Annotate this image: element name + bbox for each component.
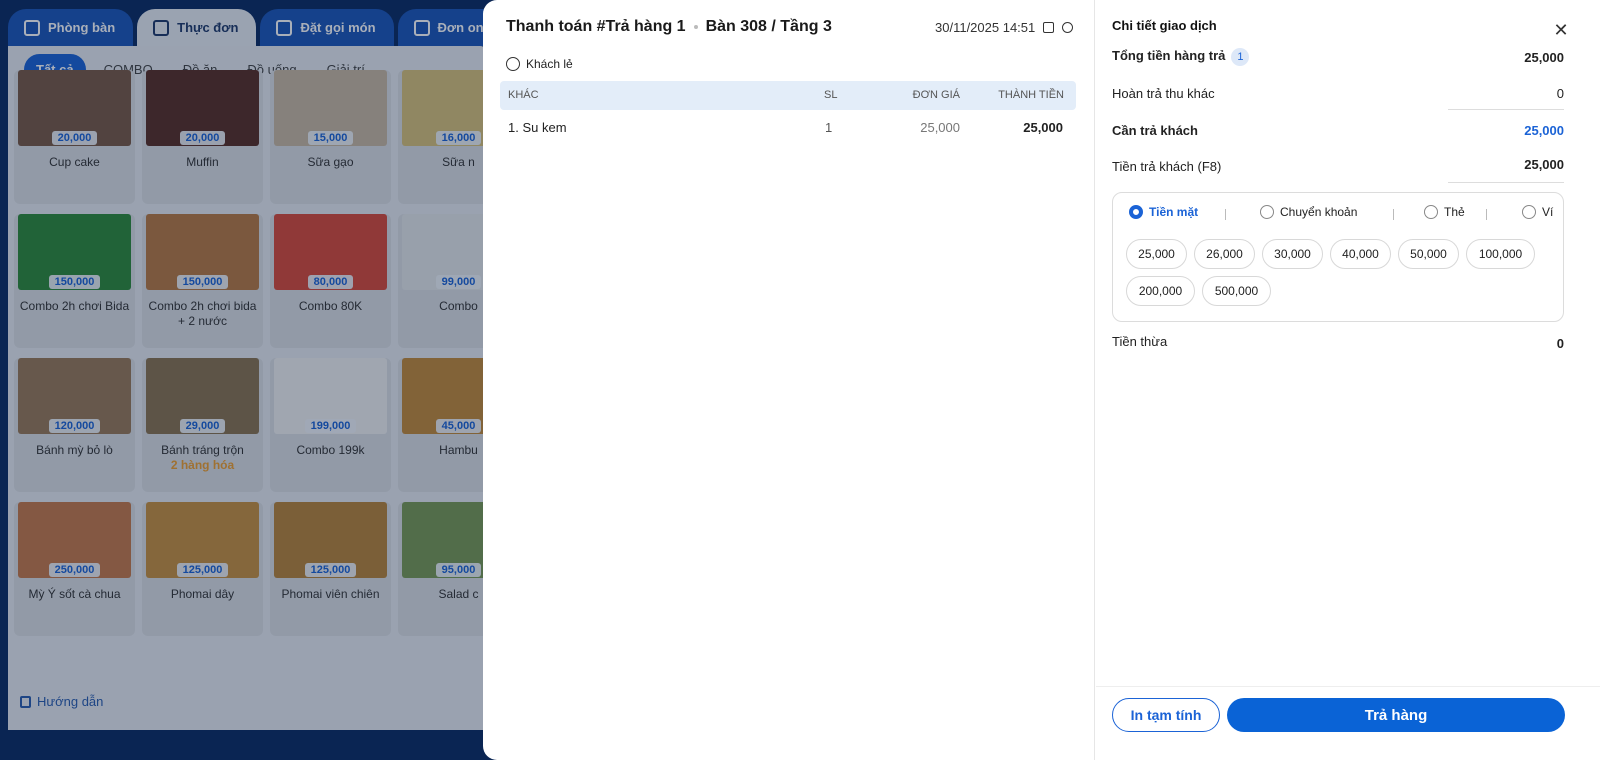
total-return-label-wrap: Tổng tiền hàng trả 1 [1112,48,1250,66]
order-datetime[interactable]: 30/11/2025 14:51 [935,20,1074,35]
quick-amount-button[interactable]: 25,000 [1126,239,1187,269]
paid-label: Tiền trả khách (F8) [1112,159,1222,174]
quick-amount-button[interactable]: 30,000 [1262,239,1323,269]
modal-footer: In tạm tính Trả hàng [1096,686,1600,760]
details-title: Chi tiết giao dịch [1112,18,1217,33]
payment-method-box: Tiền mặt Chuyển khoản Thẻ Ví 25,000 26,0… [1112,192,1564,322]
order-number: Thanh toán #Trả hàng 1 [506,18,686,35]
other-refund-input[interactable]: 0 [1557,86,1564,101]
transaction-details: Chi tiết giao dịch ✕ Tổng tiền hàng trả 1… [1096,0,1600,760]
change-line: Tiền thừa 0 [1112,328,1564,358]
total-return-label: Tổng tiền hàng trả [1112,48,1226,63]
col-qty: SL [824,89,838,101]
total-return-value: 25,000 [1524,50,1564,65]
customer-name: Khách lẻ [526,57,573,71]
quick-amount-button[interactable]: 200,000 [1126,276,1195,306]
item-total: 25,000 [1023,120,1063,135]
method-card[interactable]: Thẻ [1424,205,1465,219]
method-label: Thẻ [1444,205,1465,219]
item-unit-price: 25,000 [920,120,960,135]
divider [1393,209,1394,220]
items-table-header: KHÁC SL ĐƠN GIÁ THÀNH TIỀN [500,81,1076,110]
radio-checked-icon [1129,205,1143,219]
radio-icon [1522,205,1536,219]
item-qty: 1 [825,120,833,135]
need-pay-line: Cần trả khách 25,000 [1112,117,1564,147]
quick-amount-button[interactable]: 26,000 [1194,239,1255,269]
method-label: Tiền mặt [1149,205,1199,219]
change-label: Tiền thừa [1112,334,1168,349]
separator-dot [693,25,698,29]
need-pay-label: Cần trả khách [1112,123,1198,138]
radio-icon [1424,205,1438,219]
clock-icon[interactable] [1062,22,1074,33]
input-underline [1448,182,1564,183]
col-name: KHÁC [508,89,539,101]
col-total: THÀNH TIỀN [998,89,1064,101]
method-transfer[interactable]: Chuyển khoản [1260,205,1357,219]
item-name: 1. Su kem [508,120,567,135]
need-pay-value: 25,000 [1524,123,1564,138]
quick-amount-button[interactable]: 500,000 [1202,276,1271,306]
order-location: Bàn 308 / Tầng 3 [705,18,832,35]
user-icon [506,57,520,71]
quick-amounts: 25,000 26,000 30,000 40,000 50,000 100,0… [1126,239,1546,306]
change-value: 0 [1556,336,1564,351]
paid-input[interactable]: 25,000 [1524,157,1564,172]
table-row[interactable]: 1. Su kem 1 25,000 25,000 [500,113,1076,143]
method-cash[interactable]: Tiền mặt [1129,205,1198,219]
divider [1225,209,1226,220]
quick-amount-button[interactable]: 100,000 [1466,239,1535,269]
paid-line: Tiền trả khách (F8) 25,000 [1112,153,1564,183]
other-refund-label: Hoàn trả thu khác [1112,86,1215,101]
customer-selector[interactable]: Khách lẻ [506,57,573,71]
order-pane: Thanh toán #Trả hàng 1 Bàn 308 / Tầng 3 … [483,0,1095,760]
method-label: Chuyển khoản [1280,205,1358,219]
payment-methods: Tiền mặt Chuyển khoản Thẻ Ví [1129,205,1557,227]
order-title: Thanh toán #Trả hàng 1 Bàn 308 / Tầng 3 [506,18,832,36]
quick-amount-button[interactable]: 50,000 [1398,239,1459,269]
input-underline [1448,109,1564,110]
return-count-badge: 1 [1231,48,1250,66]
radio-icon [1260,205,1274,219]
method-label: Ví [1542,205,1554,219]
quick-amount-button[interactable]: 40,000 [1330,239,1391,269]
payment-modal: Thanh toán #Trả hàng 1 Bàn 308 / Tầng 3 … [483,0,1600,760]
close-icon[interactable]: ✕ [1552,21,1570,40]
divider [1486,209,1487,220]
col-unit-price: ĐƠN GIÁ [912,89,960,101]
return-submit-button[interactable]: Trả hàng [1227,698,1565,732]
print-draft-button[interactable]: In tạm tính [1112,698,1220,732]
other-refund-line: Hoàn trả thu khác 0 [1112,80,1564,110]
calendar-icon[interactable] [1043,22,1055,33]
total-return-line: Tổng tiền hàng trả 1 25,000 [1112,44,1564,74]
datetime-value: 30/11/2025 14:51 [935,20,1036,35]
method-wallet[interactable]: Ví [1522,205,1553,219]
